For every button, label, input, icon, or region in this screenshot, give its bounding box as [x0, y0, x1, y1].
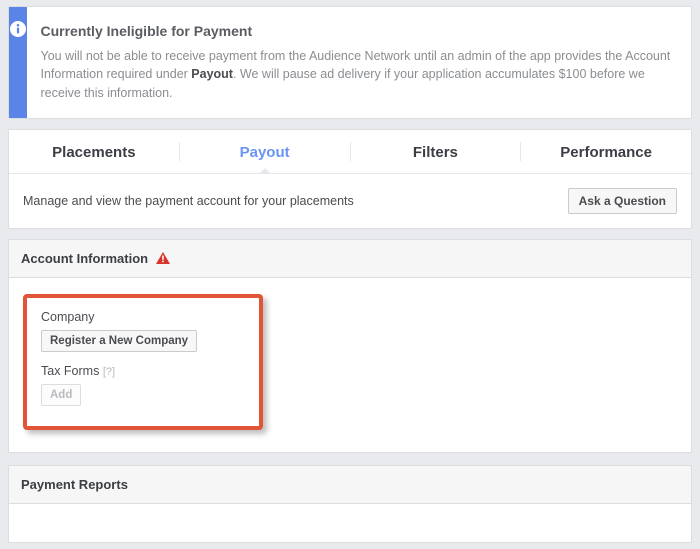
- payment-reports-header: Payment Reports: [8, 465, 692, 503]
- info-icon: [10, 21, 26, 37]
- notice-payout-word: Payout: [191, 67, 233, 81]
- tab-filters[interactable]: Filters: [351, 130, 521, 173]
- subbar-description: Manage and view the payment account for …: [23, 194, 354, 208]
- tab-payout[interactable]: Payout: [180, 130, 350, 173]
- register-new-company-button[interactable]: Register a New Company: [41, 330, 197, 352]
- notice-accent-bar: [9, 7, 27, 118]
- tax-forms-label-text: Tax Forms: [41, 364, 99, 378]
- tabs-card: Placements Payout Filters Performance Ma…: [8, 129, 692, 229]
- notice-text: You will not be able to receive payment …: [41, 47, 674, 101]
- tax-forms-label: Tax Forms [?]: [41, 364, 245, 378]
- account-information-header: Account Information: [8, 239, 692, 277]
- payment-reports-body: [8, 503, 692, 543]
- tabs-bar: Placements Payout Filters Performance: [9, 130, 691, 174]
- payment-reports-title: Payment Reports: [21, 477, 128, 492]
- help-icon[interactable]: [?]: [103, 366, 115, 378]
- tab-performance[interactable]: Performance: [521, 130, 691, 173]
- account-information-body: Company Register a New Company Tax Forms…: [8, 277, 692, 453]
- account-highlight-box: Company Register a New Company Tax Forms…: [23, 294, 263, 430]
- company-label: Company: [41, 310, 245, 324]
- account-information-title: Account Information: [21, 251, 148, 266]
- notice-title: Currently Ineligible for Payment: [41, 21, 674, 41]
- ask-a-question-button[interactable]: Ask a Question: [568, 188, 677, 214]
- ineligible-notice: Currently Ineligible for Payment You wil…: [8, 6, 692, 119]
- tab-placements[interactable]: Placements: [9, 130, 179, 173]
- warning-icon: [156, 252, 170, 264]
- add-tax-form-button[interactable]: Add: [41, 384, 81, 406]
